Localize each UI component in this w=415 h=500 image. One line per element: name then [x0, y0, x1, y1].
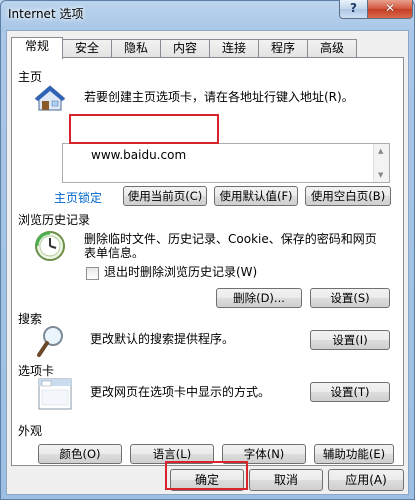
home-page-url-field[interactable]: www.baidu.com ▲ ▼ [62, 143, 390, 183]
search-description: 更改默认的搜索提供程序。 [90, 332, 235, 346]
tab-connections[interactable]: 连接 [209, 39, 259, 57]
search-settings-button[interactable]: 设置(I) [310, 330, 390, 350]
use-current-button[interactable]: 使用当前页(C) [123, 186, 207, 206]
tabs-window-icon [38, 378, 72, 413]
tab-content[interactable]: 内容 [160, 39, 210, 57]
history-clock-icon [34, 230, 66, 265]
tabs-group-label: 选项卡 [18, 364, 55, 378]
title-bar[interactable]: Internet 选项 ? ✕ [0, 0, 415, 30]
use-default-button[interactable]: 使用默认值(F) [214, 186, 298, 206]
tab-privacy[interactable]: 隐私 [111, 39, 161, 57]
history-description-line1: 删除临时文件、历史记录、Cookie、保存的密码和网页 [84, 232, 377, 246]
tabs-settings-button[interactable]: 设置(T) [310, 382, 390, 402]
scroll-down-icon[interactable]: ▼ [378, 171, 383, 179]
home-page-url-value: www.baidu.com [91, 148, 187, 162]
home-page-description: 若要创建主页选项卡，请在各地址行键入地址(R)。 [84, 90, 354, 104]
tab-advanced[interactable]: 高级 [307, 39, 357, 57]
home-house-icon [34, 84, 66, 115]
tabs-description: 更改网页在选项卡中显示的方式。 [90, 385, 271, 399]
colors-button[interactable]: 颜色(O) [38, 444, 122, 464]
delete-on-exit-label[interactable]: 退出时删除浏览历史记录(W) [104, 265, 257, 280]
apply-button[interactable]: 应用(A) [328, 469, 404, 491]
close-button[interactable]: ✕ [367, 0, 413, 19]
history-description-line2: 表单信息。 [84, 246, 145, 260]
tab-general[interactable]: 常规 [11, 37, 63, 59]
search-magnifier-icon [36, 324, 66, 361]
tab-security[interactable]: 安全 [62, 39, 112, 57]
scroll-up-icon[interactable]: ▲ [378, 147, 383, 155]
window-title: Internet 选项 [8, 7, 84, 21]
home-page-locked-link[interactable]: 主页锁定 [54, 189, 102, 206]
delete-on-exit-checkbox[interactable] [86, 267, 99, 280]
appearance-group-label: 外观 [18, 424, 43, 438]
cancel-button[interactable]: 取消 [249, 469, 323, 491]
delete-history-button[interactable]: 删除(D)... [216, 288, 302, 308]
dialog-client-area: 常规 安全 隐私 内容 连接 程序 高级 主页 若要创建主页选项卡，请在各地址行… [6, 30, 409, 495]
ok-button-highlight [165, 461, 248, 490]
home-page-group-label: 主页 [18, 70, 43, 84]
tab-programs[interactable]: 程序 [258, 39, 308, 57]
help-button[interactable]: ? [339, 0, 368, 19]
browsing-history-group-label: 浏览历史记录 [18, 213, 91, 227]
use-blank-button[interactable]: 使用空白页(B) [305, 186, 391, 206]
url-field-highlight [69, 114, 219, 144]
accessibility-button[interactable]: 辅助功能(E) [314, 444, 394, 464]
history-settings-button[interactable]: 设置(S) [310, 288, 390, 308]
url-field-scrollbar[interactable]: ▲ ▼ [373, 144, 389, 182]
